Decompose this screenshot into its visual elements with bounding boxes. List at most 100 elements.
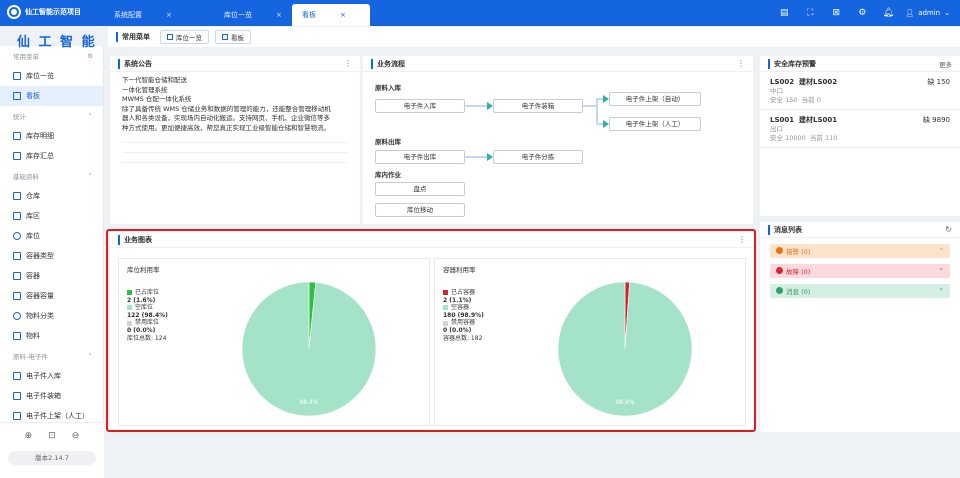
layout-icon[interactable]: ⊠	[823, 0, 849, 26]
group-label: 统计	[13, 113, 26, 121]
chart-title: 库位利用率	[127, 266, 160, 274]
flow-step-shelf-auto[interactable]: 电子件上架（自动）	[609, 92, 701, 106]
fault-message-row[interactable]: 故障 (0) ⌃	[770, 264, 950, 278]
sidebar-item-label: 电子件入库	[26, 372, 61, 380]
zoom-out-icon[interactable]: ⊖	[72, 431, 80, 441]
panel-title: 安全库存预警	[768, 58, 816, 69]
sidebar-item-material-category[interactable]: 物料分类	[0, 306, 103, 326]
refresh-icon[interactable]: ↻	[945, 225, 952, 234]
bell-icon[interactable]: 🔔︎	[875, 0, 901, 26]
flow-step-sorting[interactable]: 电子件分拣	[493, 150, 583, 164]
flow-section-inner: 库内作业	[375, 171, 401, 179]
stock-code: LS002	[770, 78, 795, 86]
quick-menu-bar: 常用菜单 库位一览 看板	[108, 27, 960, 47]
tab-dashboard[interactable]: 看板 ×	[292, 4, 370, 26]
settings-icon[interactable]: ⚙	[849, 0, 875, 26]
sidebar-item-warehouse[interactable]: 仓库	[0, 186, 103, 206]
tab-label: 系统配置	[114, 11, 142, 19]
sidebar-item-label: 仓库	[26, 192, 40, 200]
screen-icon[interactable]: ▤	[771, 0, 797, 26]
tab-system-config[interactable]: 系统配置 ×	[104, 4, 214, 26]
pie-slice-空库位[interactable]	[241, 281, 377, 417]
tab-location-overview[interactable]: 库位一览 ×	[214, 4, 292, 26]
stock-location: 出口	[770, 125, 783, 133]
fullscreen-icon[interactable]: ⛶	[797, 0, 823, 26]
list-icon	[13, 392, 21, 400]
location-utilization-chart: 库位利用率 已占库位 2 (1.6%) 空库位 122 (98.4%) 禁用库位…	[118, 258, 430, 426]
more-menu-icon[interactable]: ⋮	[344, 59, 352, 68]
chart-total: 库位总数: 124	[127, 334, 167, 342]
message-label: 故障	[786, 268, 799, 276]
business-flow-panel: 业务流程 ⋮ 原料入库 电子件入库 电子件装箱 电子件上架（自动） 电子件上架（…	[363, 56, 753, 224]
panel-header: 系统公告 ⋮	[110, 56, 360, 72]
group-label: 基础资料	[13, 173, 39, 181]
sidebar-item-zone[interactable]: 库区	[0, 206, 103, 226]
close-icon[interactable]: ×	[166, 4, 172, 26]
user-menu[interactable]: 👤︎ admin ⌄	[901, 9, 960, 17]
more-menu-icon[interactable]: ⋮	[738, 235, 746, 244]
sidebar-item-container-type[interactable]: 容器类型	[0, 246, 103, 266]
sidebar-item-stock-summary[interactable]: 库存汇总	[0, 146, 103, 166]
stock-item[interactable]: LS002 建材LS002 缺 150 中口 安全 150 当前 0	[760, 72, 960, 110]
legend-label: 空容器	[451, 304, 470, 312]
divider	[122, 143, 348, 153]
flow-step-move[interactable]: 库位移动	[375, 203, 465, 217]
chevron-up-icon: ⌃	[938, 247, 944, 255]
flow-connector	[583, 105, 597, 107]
close-icon[interactable]: ×	[340, 4, 346, 26]
gear-icon[interactable]: ⚙	[87, 52, 93, 60]
info-message-row[interactable]: 消息 (0) ⌃	[770, 284, 950, 298]
stock-item[interactable]: LS001 建材LS001 缺 9890 出口 安全 10000 当前 110	[760, 110, 960, 148]
toolbar-icons: ▤ ⛶ ⊠ ⚙ 🔔︎ 👤︎ admin ⌄	[771, 0, 960, 26]
sidebar-item-label: 库存汇总	[26, 152, 54, 160]
chevron-down-icon: ⌄	[944, 9, 950, 17]
alarm-message-row[interactable]: 報警 (0) ⌃	[770, 244, 950, 258]
pie-chart: 98.9%	[557, 281, 693, 417]
notice-line: 除了具备传统 WMS 仓储业务和数据的管理的能力，还能整合管理移动机	[122, 104, 331, 113]
flow-step-shelf-manual[interactable]: 电子件上架（人工）	[609, 117, 701, 131]
legend-swatch	[127, 305, 132, 311]
container-icon	[13, 252, 21, 260]
fault-icon	[776, 267, 783, 274]
sidebar-item-location[interactable]: 库位	[0, 226, 103, 246]
flow-step-count[interactable]: 盘点	[375, 182, 465, 196]
monitor-icon	[13, 72, 21, 80]
sidebar-item-electronic-inbound[interactable]: 电子件入库	[0, 366, 103, 386]
alarm-icon	[776, 247, 783, 254]
message-panel: 消息列表 ↻ 報警 (0) ⌃ 故障 (0) ⌃ 消息 (0) ⌃	[760, 222, 960, 432]
legend-swatch	[443, 305, 448, 311]
pie-slice-空容器[interactable]	[557, 281, 693, 417]
sidebar-item-label: 物料	[26, 332, 40, 340]
fit-screen-icon[interactable]: ⊡	[48, 431, 56, 441]
quick-location-overview-button[interactable]: 库位一览	[160, 30, 209, 44]
sidebar-group-inbound[interactable]: 原料-电子件 ⌃	[0, 346, 103, 366]
flow-step-inbound[interactable]: 电子件入库	[375, 99, 465, 113]
flow-step-packing[interactable]: 电子件装箱	[493, 99, 583, 113]
chevron-up-icon: ⌃	[87, 172, 93, 180]
sidebar-item-container[interactable]: 容器	[0, 266, 103, 286]
sidebar-item-dashboard[interactable]: 看板	[0, 86, 103, 106]
tab-bar: 系统配置 × 库位一览 × 看板 ×	[104, 4, 370, 26]
quick-dashboard-button[interactable]: 看板	[215, 30, 251, 44]
more-link[interactable]: 更多	[939, 59, 952, 69]
sidebar-item-material[interactable]: 物料	[0, 326, 103, 346]
more-menu-icon[interactable]: ⋮	[737, 59, 745, 68]
flow-step-outbound[interactable]: 电子件出库	[375, 150, 465, 164]
logo: 仙工智能示范项目 仙 工 智 能	[0, 0, 104, 50]
sidebar-item-stock-detail[interactable]: 库存明细	[0, 126, 103, 146]
close-icon[interactable]: ×	[276, 4, 282, 26]
legend-label: 空库位	[135, 304, 154, 312]
group-label: 常用菜单	[13, 53, 39, 61]
sidebar-group-base[interactable]: 基础资料 ⌃	[0, 166, 103, 186]
panel-title: 业务流程	[371, 58, 405, 69]
sidebar-item-location-overview[interactable]: 库位一览	[0, 66, 103, 86]
sidebar-item-electronic-packing[interactable]: 电子件装箱	[0, 386, 103, 406]
panel-header: 消息列表 ↻	[760, 222, 960, 238]
sidebar: 常用菜单 ⚙ 库位一览 看板 统计 ⌃ 库存明细 库存汇总 基础资料 ⌃ 仓库 库区…	[0, 46, 104, 478]
legend-swatch	[127, 290, 132, 296]
sidebar-item-container-capacity[interactable]: 容器容量	[0, 286, 103, 306]
message-count: (0)	[801, 248, 811, 256]
chevron-up-icon: ⌃	[938, 287, 944, 295]
zoom-in-icon[interactable]: ⊕	[25, 431, 33, 441]
sidebar-group-stats[interactable]: 统计 ⌃	[0, 106, 103, 126]
